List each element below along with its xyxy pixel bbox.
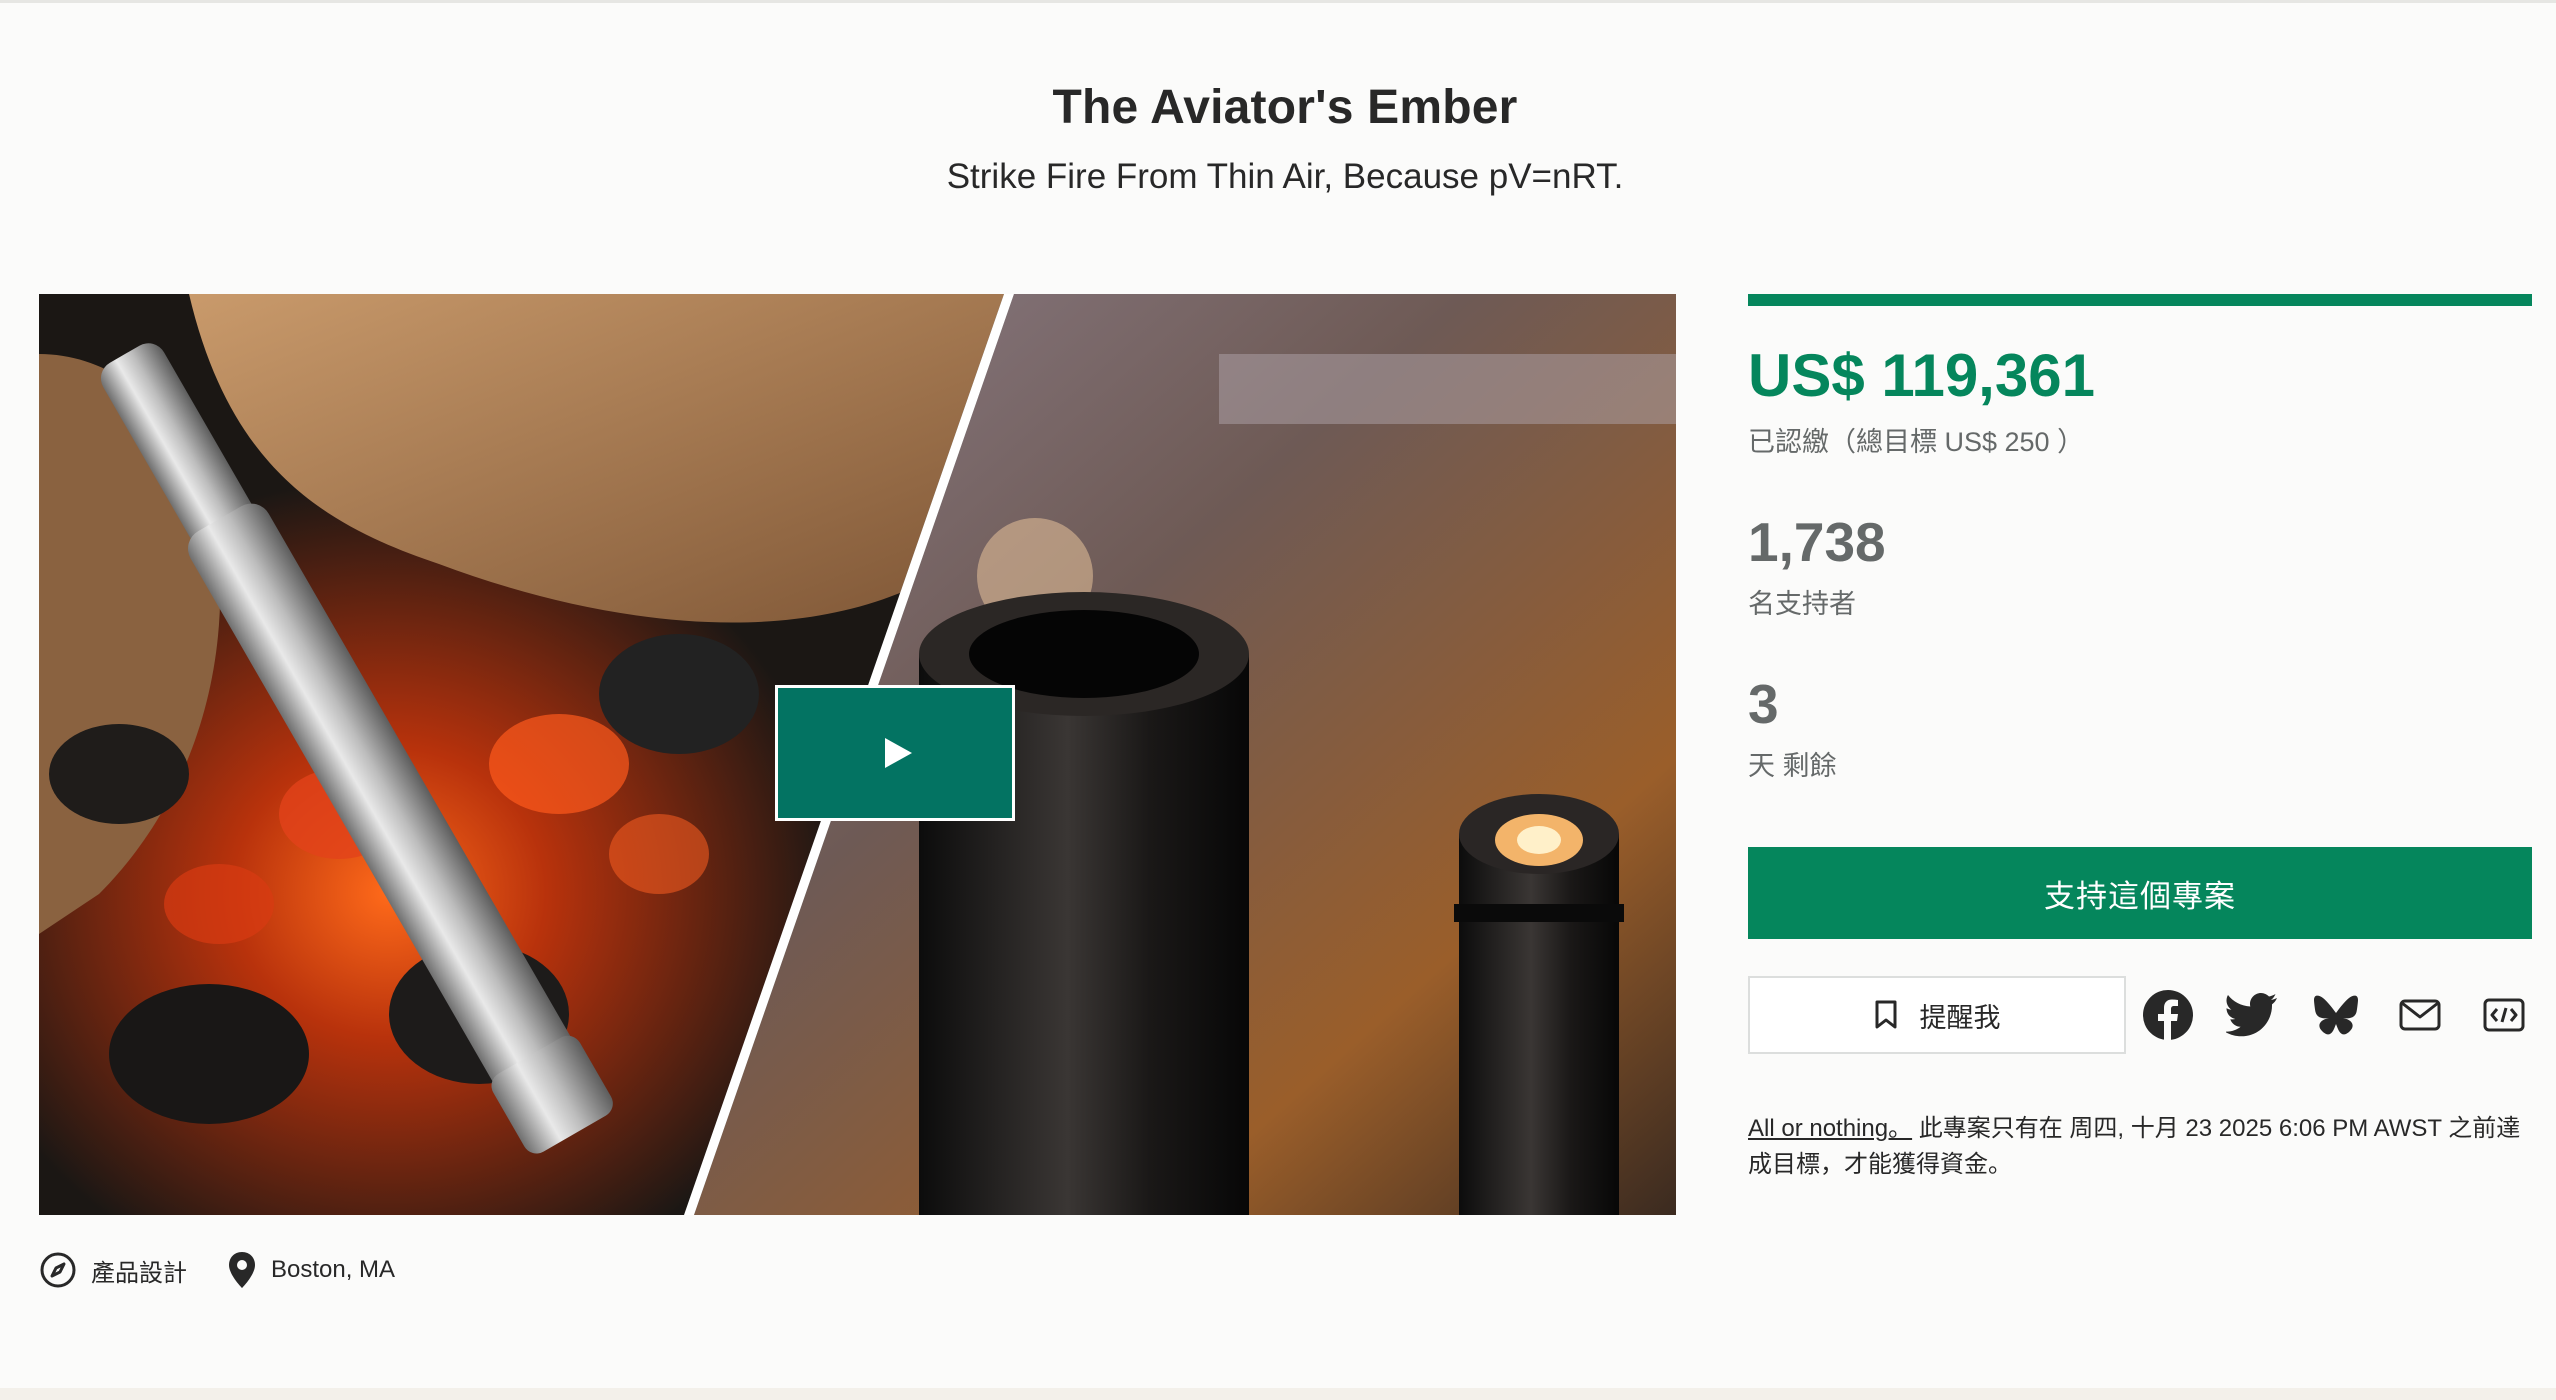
bluesky-icon	[2314, 995, 2358, 1035]
facebook-icon	[2143, 990, 2193, 1041]
bottom-band	[0, 1388, 2556, 1400]
twitter-share[interactable]	[2224, 987, 2280, 1043]
project-meta: 產品設計 Boston, MA	[39, 1248, 435, 1292]
top-divider	[0, 0, 2556, 3]
play-icon	[884, 738, 912, 768]
project-header: The Aviator's Ember Strike Fire From Thi…	[0, 80, 2556, 197]
secondary-actions: 提醒我	[1748, 975, 2532, 1055]
location-link[interactable]: Boston, MA	[227, 1250, 395, 1290]
funding-progress-fill	[1748, 294, 2532, 306]
twitter-icon	[2226, 993, 2277, 1037]
embed-share[interactable]	[2476, 987, 2532, 1043]
project-subtitle: Strike Fire From Thin Air, Because pV=nR…	[946, 157, 1624, 196]
map-pin-icon	[229, 1252, 255, 1288]
remind-me-label: 提醒我	[1919, 1002, 2001, 1033]
email-icon	[2399, 999, 2441, 1031]
category-label: 產品設計	[91, 1259, 187, 1287]
share-icons	[2140, 987, 2532, 1043]
embed-icon	[2483, 998, 2525, 1032]
pledged-amount: US$ 119,361	[1748, 342, 2095, 409]
compass-icon	[40, 1252, 76, 1288]
all-or-nothing-link[interactable]: All or nothing。	[1748, 1115, 1912, 1142]
funding-progress-bar	[1748, 294, 2532, 306]
play-video-button[interactable]	[775, 685, 1015, 821]
bookmark-icon	[1875, 1000, 1896, 1029]
remind-me-button[interactable]: 提醒我	[1748, 976, 2126, 1054]
project-title: The Aviator's Ember	[1052, 81, 1518, 134]
category-link[interactable]: 產品設計	[39, 1251, 187, 1289]
back-project-button[interactable]: 支持這個專案	[1748, 847, 2532, 939]
backers-caption: 名支持者	[1748, 589, 1856, 619]
email-share[interactable]	[2392, 987, 2448, 1043]
pledged-caption: 已認繳（總目標 US$ 250 ）	[1748, 427, 2085, 457]
days-left-count: 3	[1748, 673, 1779, 735]
funding-panel: US$ 119,361 已認繳（總目標 US$ 250 ） 1,738 名支持者…	[1748, 294, 2532, 1183]
days-left-caption: 天 剩餘	[1748, 751, 1837, 781]
backers-count: 1,738	[1748, 511, 1886, 573]
project-video[interactable]	[39, 294, 1676, 1215]
location-label: Boston, MA	[271, 1256, 396, 1283]
bluesky-share[interactable]	[2308, 987, 2364, 1043]
funding-notice: All or nothing。 此專案只有在 周四, 十月 23 2025 6:…	[1748, 1111, 2532, 1183]
facebook-share[interactable]	[2140, 987, 2196, 1043]
